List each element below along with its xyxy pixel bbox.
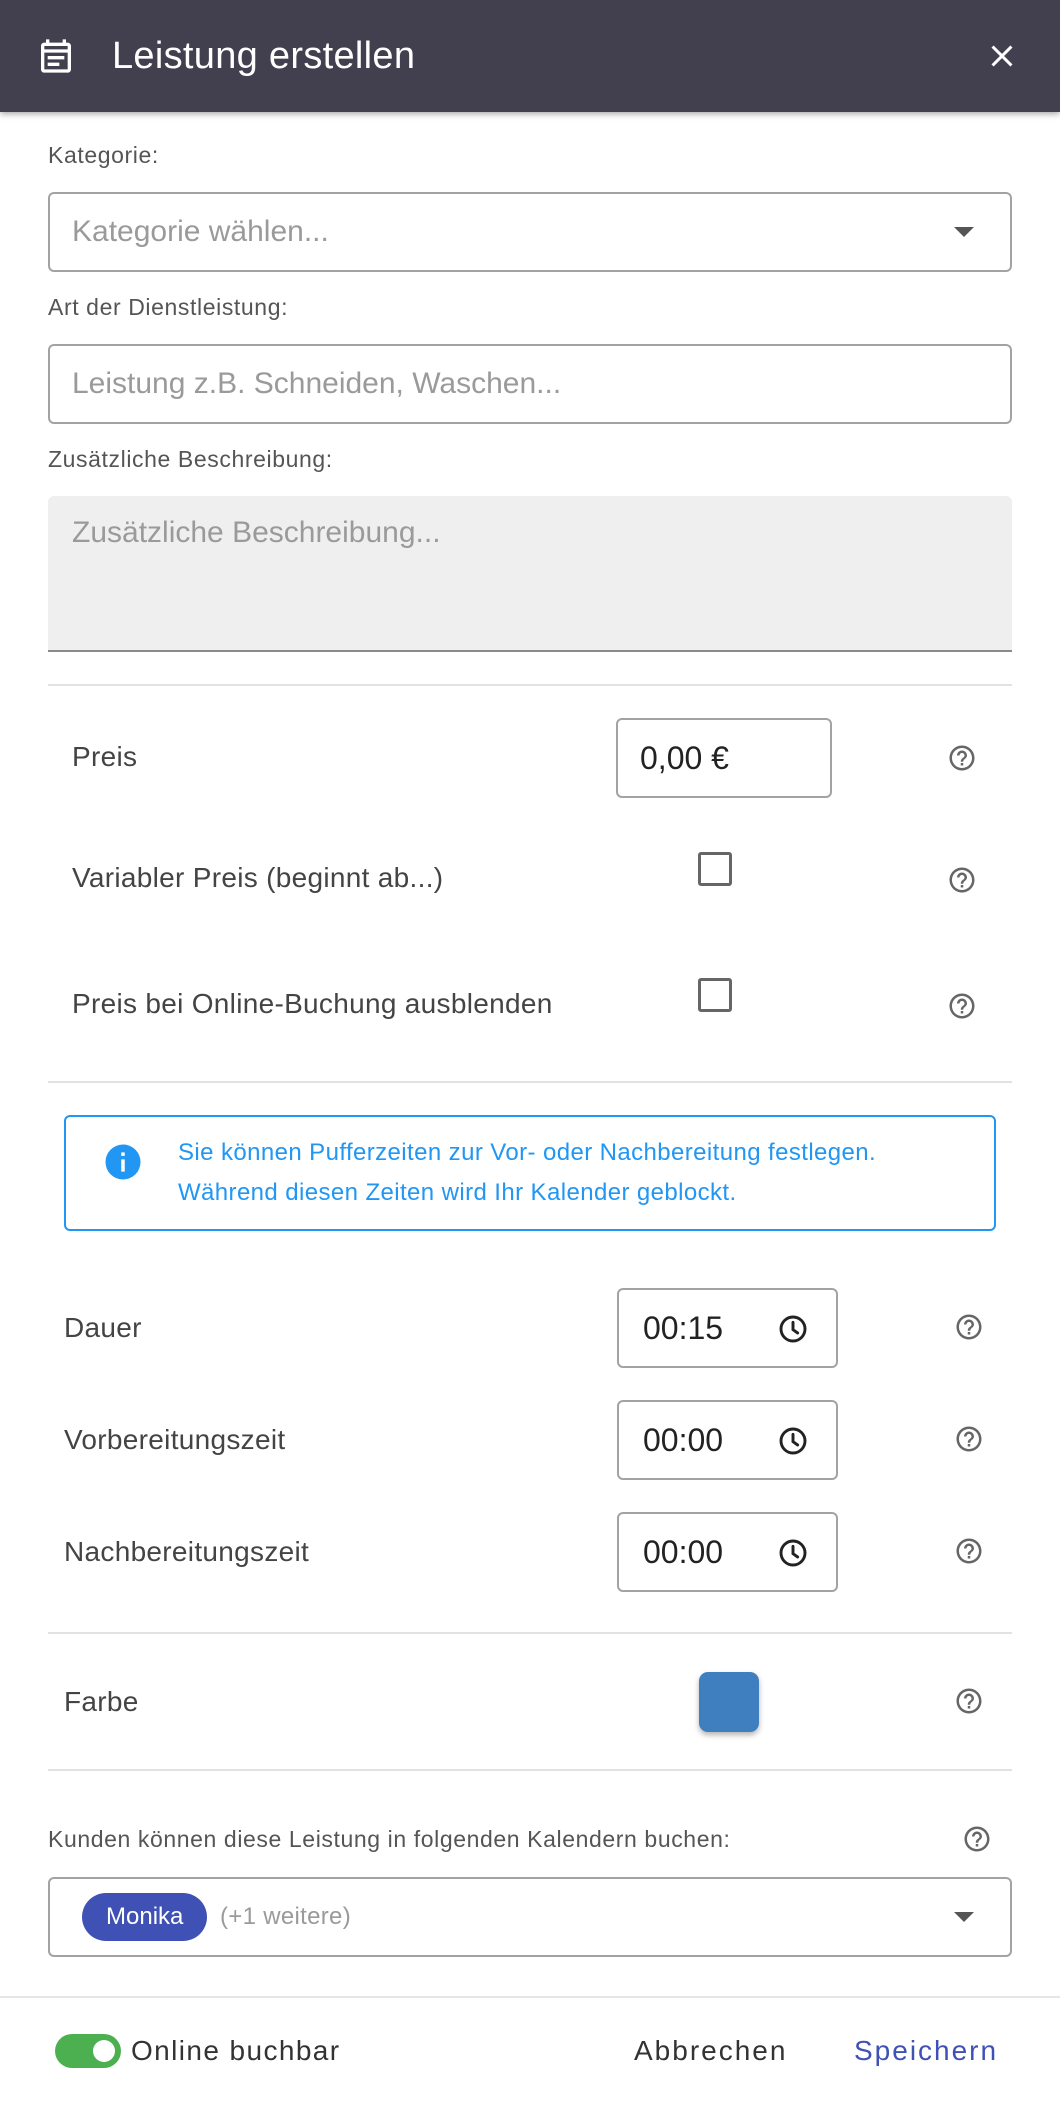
preparation-label: Vorbereitungszeit (64, 1424, 286, 1455)
info-text-line2: Während diesen Zeiten wird Ihr Kalender … (178, 1179, 737, 1206)
price-value: 0,00 € (640, 740, 729, 776)
variable-price-label: Variabler Preis (beginnt ab...) (72, 862, 444, 893)
divider (48, 1632, 1012, 1634)
calendar-chip[interactable]: Monika (82, 1893, 208, 1941)
category-label: Kategorie: (48, 142, 159, 168)
dialog-title: Leistung erstellen (112, 35, 416, 77)
info-text-line1: Sie können Pufferzeiten zur Vor- oder Na… (178, 1139, 877, 1166)
clock-icon[interactable] (777, 1537, 809, 1569)
followup-label: Nachbereitungszeit (64, 1536, 310, 1567)
duration-label: Dauer (64, 1312, 142, 1343)
help-icon[interactable] (954, 1424, 984, 1454)
calendar-more-text: (+1 weitere) (220, 1903, 351, 1930)
clock-icon[interactable] (777, 1425, 809, 1457)
duration-value: 00:15 (643, 1310, 724, 1346)
calendar-select[interactable]: Monika (+1 weitere) (48, 1877, 1012, 1957)
followup-input[interactable]: 00:00 (617, 1512, 838, 1592)
hide-price-checkbox[interactable] (698, 978, 732, 1012)
service-label: Art der Dienstleistung: (48, 294, 289, 320)
clock-icon[interactable] (777, 1313, 809, 1345)
chevron-down-icon (954, 1912, 974, 1922)
help-icon[interactable] (954, 1536, 984, 1566)
divider (48, 684, 1012, 686)
save-button[interactable]: Speichern (854, 1998, 998, 2102)
followup-value: 00:00 (643, 1534, 724, 1570)
calendars-label: Kunden können diese Leistung in folgende… (48, 1826, 731, 1852)
divider (48, 1769, 1012, 1771)
online-toggle-label: Online buchbar (131, 2035, 341, 2066)
help-icon[interactable] (947, 743, 977, 773)
service-placeholder: Leistung z.B. Schneiden, Waschen... (72, 367, 562, 400)
category-placeholder: Kategorie wählen... (72, 215, 329, 248)
help-icon[interactable] (947, 991, 977, 1021)
help-icon[interactable] (947, 865, 977, 895)
preparation-value: 00:00 (643, 1422, 724, 1458)
price-label: Preis (72, 741, 138, 772)
description-placeholder: Zusätzliche Beschreibung... (72, 516, 441, 549)
cancel-button[interactable]: Abbrechen (634, 1998, 787, 2102)
online-toggle[interactable] (55, 2034, 121, 2068)
category-select[interactable]: Kategorie wählen... (48, 192, 1012, 272)
description-label: Zusätzliche Beschreibung: (48, 446, 333, 472)
hide-price-label: Preis bei Online-Buchung ausblenden (72, 988, 553, 1019)
color-swatch[interactable] (699, 1672, 759, 1732)
preparation-input[interactable]: 00:00 (617, 1400, 838, 1480)
dialog-header: Leistung erstellen (0, 0, 1060, 112)
close-icon[interactable] (984, 38, 1020, 74)
calendar-icon (41, 39, 71, 73)
service-input[interactable]: Leistung z.B. Schneiden, Waschen... (48, 344, 1012, 424)
duration-input[interactable]: 00:15 (617, 1288, 838, 1368)
price-input[interactable]: 0,00 € (616, 718, 832, 798)
help-icon[interactable] (954, 1686, 984, 1716)
help-icon[interactable] (962, 1824, 992, 1854)
chevron-down-icon (954, 227, 974, 237)
toggle-knob (93, 2040, 115, 2062)
info-icon (105, 1144, 141, 1180)
color-label: Farbe (64, 1686, 139, 1717)
description-textarea[interactable]: Zusätzliche Beschreibung... (48, 496, 1012, 652)
variable-price-checkbox[interactable] (698, 852, 732, 886)
divider (48, 1081, 1012, 1083)
help-icon[interactable] (954, 1312, 984, 1342)
dialog-footer: Online buchbar Abbrechen Speichern (0, 1996, 1060, 2102)
info-alert: Sie können Pufferzeiten zur Vor- oder Na… (64, 1115, 996, 1231)
